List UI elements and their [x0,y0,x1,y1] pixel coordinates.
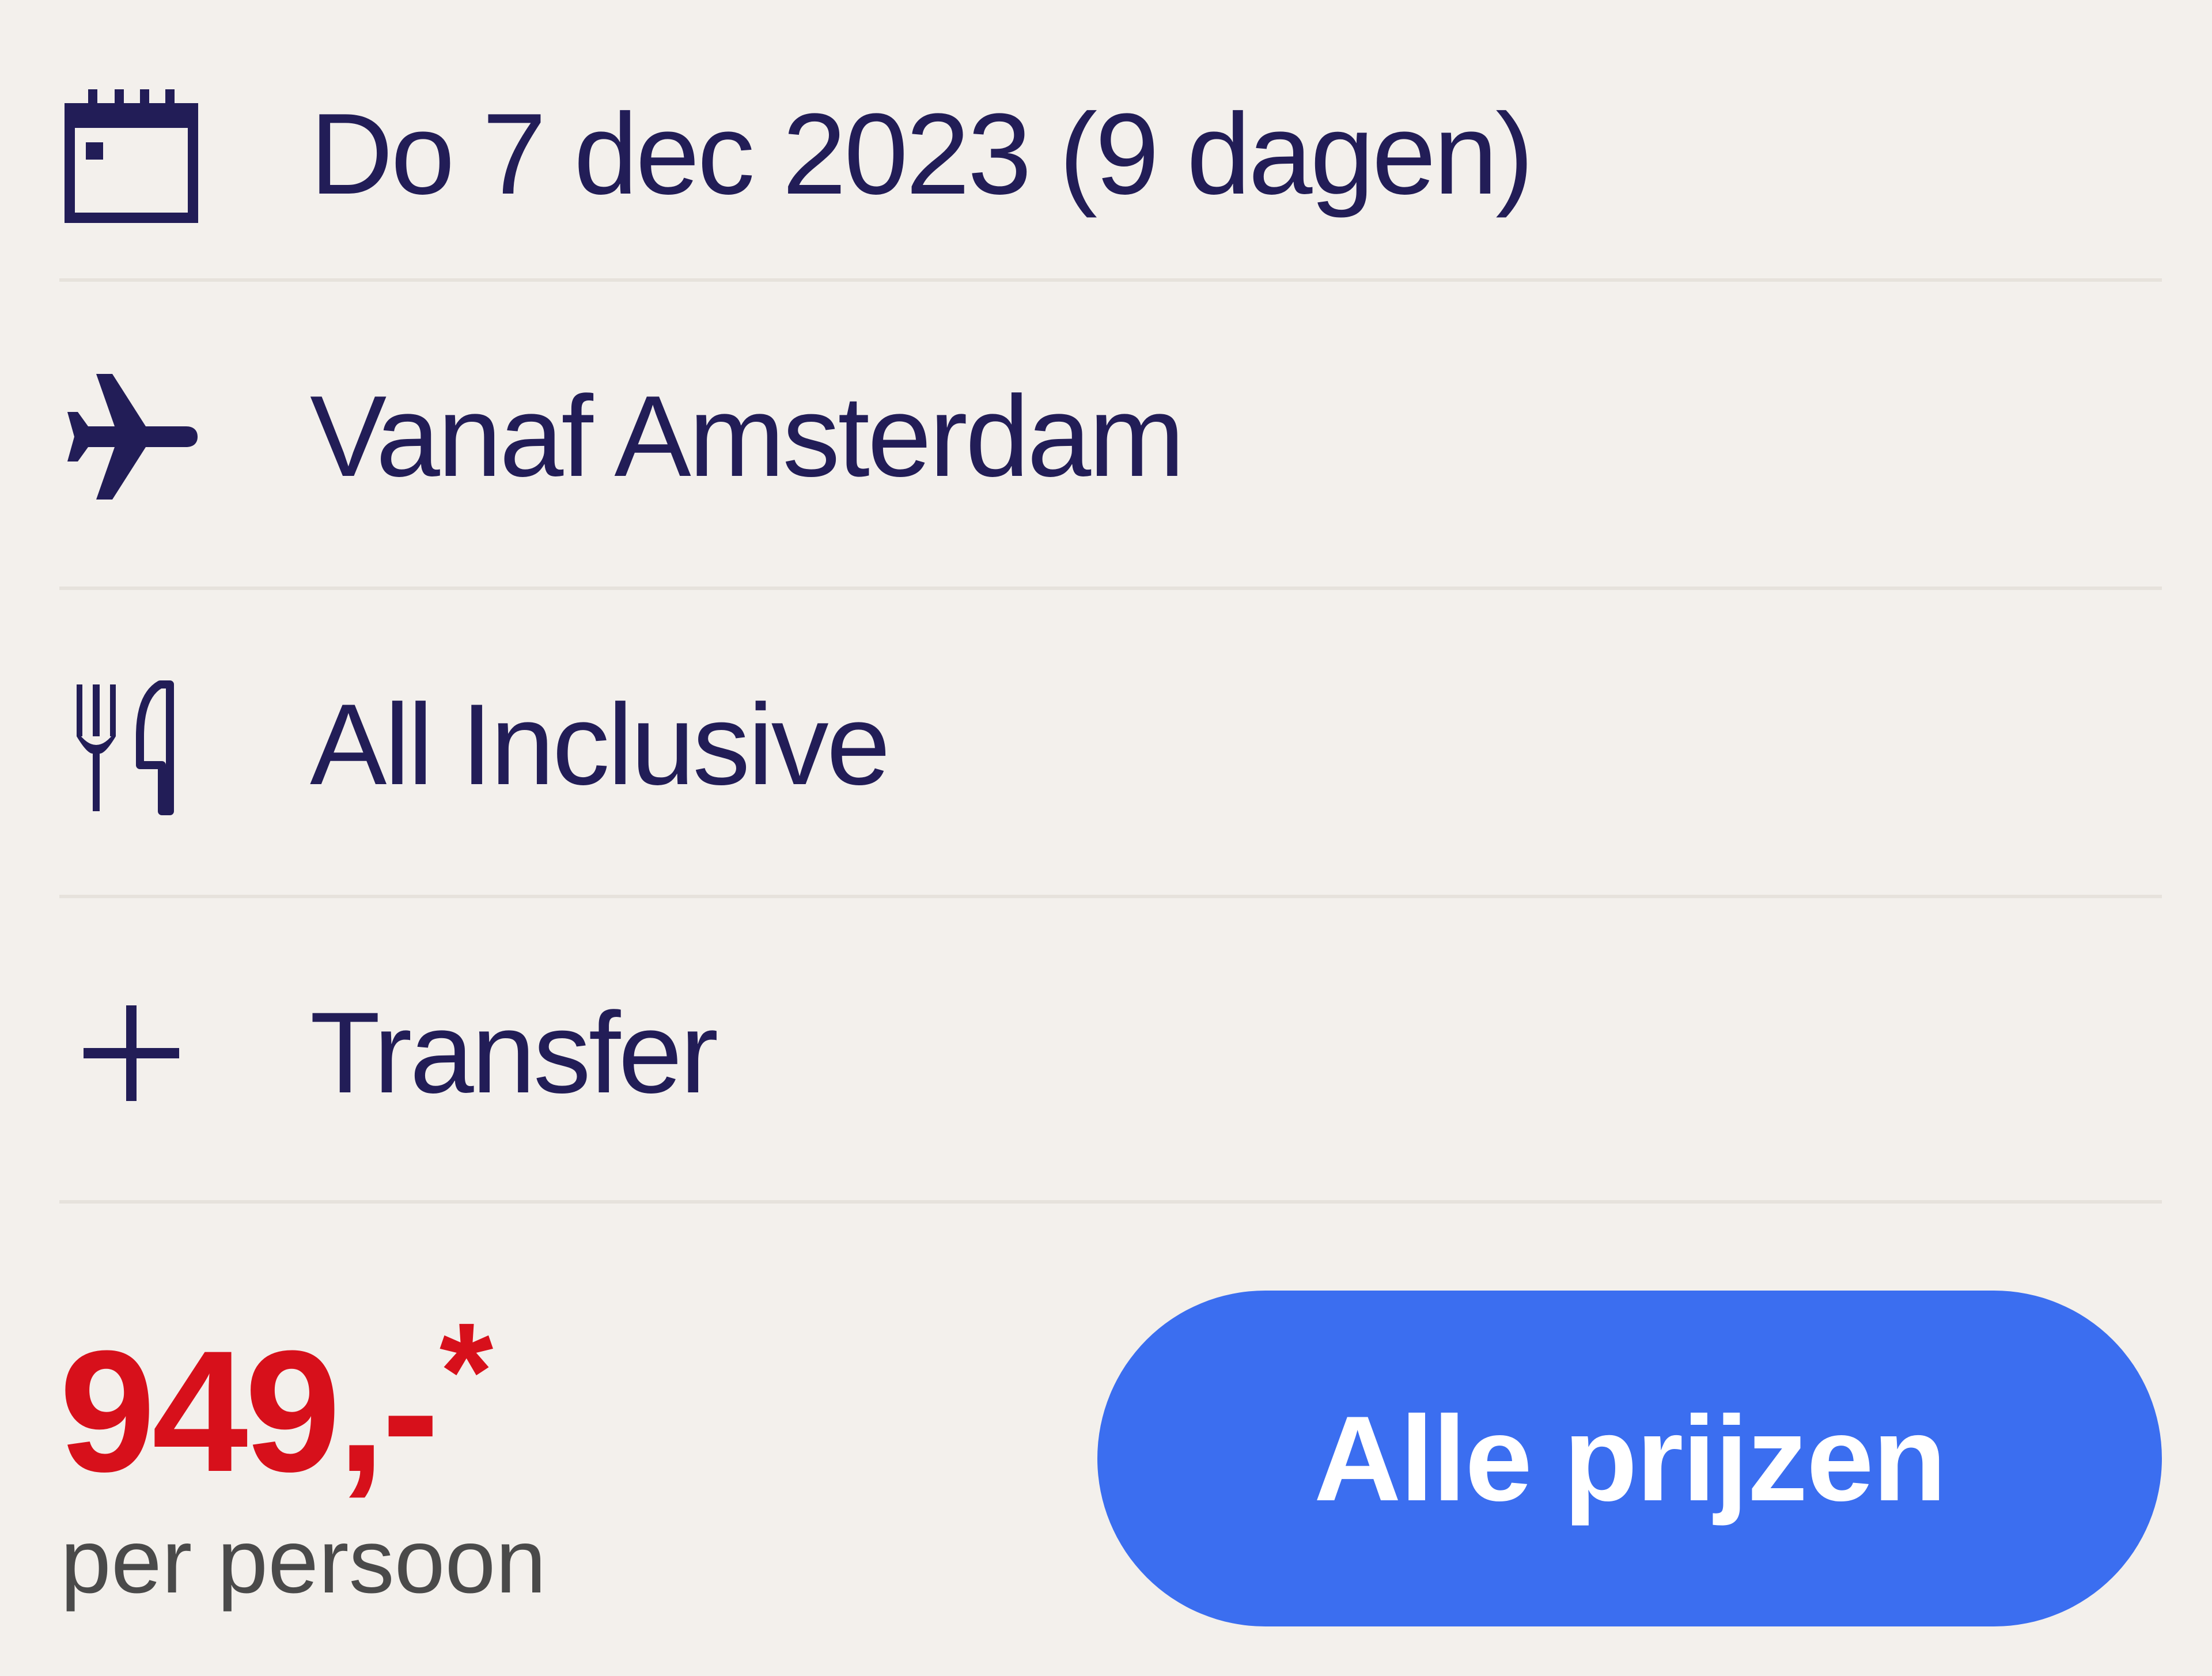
board-row: All Inclusive [59,591,2162,899]
airplane-icon [59,282,203,591]
price-amount: 949,- [59,1314,440,1508]
date-label: Do 7 dec 2023 (9 dagen) [310,89,1534,218]
board-label: All Inclusive [310,680,891,809]
departure-label: Vanaf Amsterdam [310,372,1185,501]
calendar-icon [59,0,203,308]
price-unit: per persoon [60,1511,547,1612]
trip-offer-card: Do 7 dec 2023 (9 dagen) Vanaf Amsterdam … [0,0,2212,1676]
divider [59,1200,2162,1204]
divider [59,587,2162,590]
transfer-label: Transfer [310,988,718,1117]
plus-icon [59,899,203,1207]
divider [59,895,2162,898]
departure-row: Vanaf Amsterdam [59,282,2162,591]
transfer-row: Transfer [59,899,2162,1207]
date-row: Do 7 dec 2023 (9 dagen) [59,0,2162,308]
price: 949,-* [59,1285,493,1497]
all-prices-button[interactable]: Alle prijzen [1097,1291,2162,1626]
cutlery-icon [59,591,203,899]
divider [59,278,2162,282]
price-asterisk: * [439,1294,493,1448]
